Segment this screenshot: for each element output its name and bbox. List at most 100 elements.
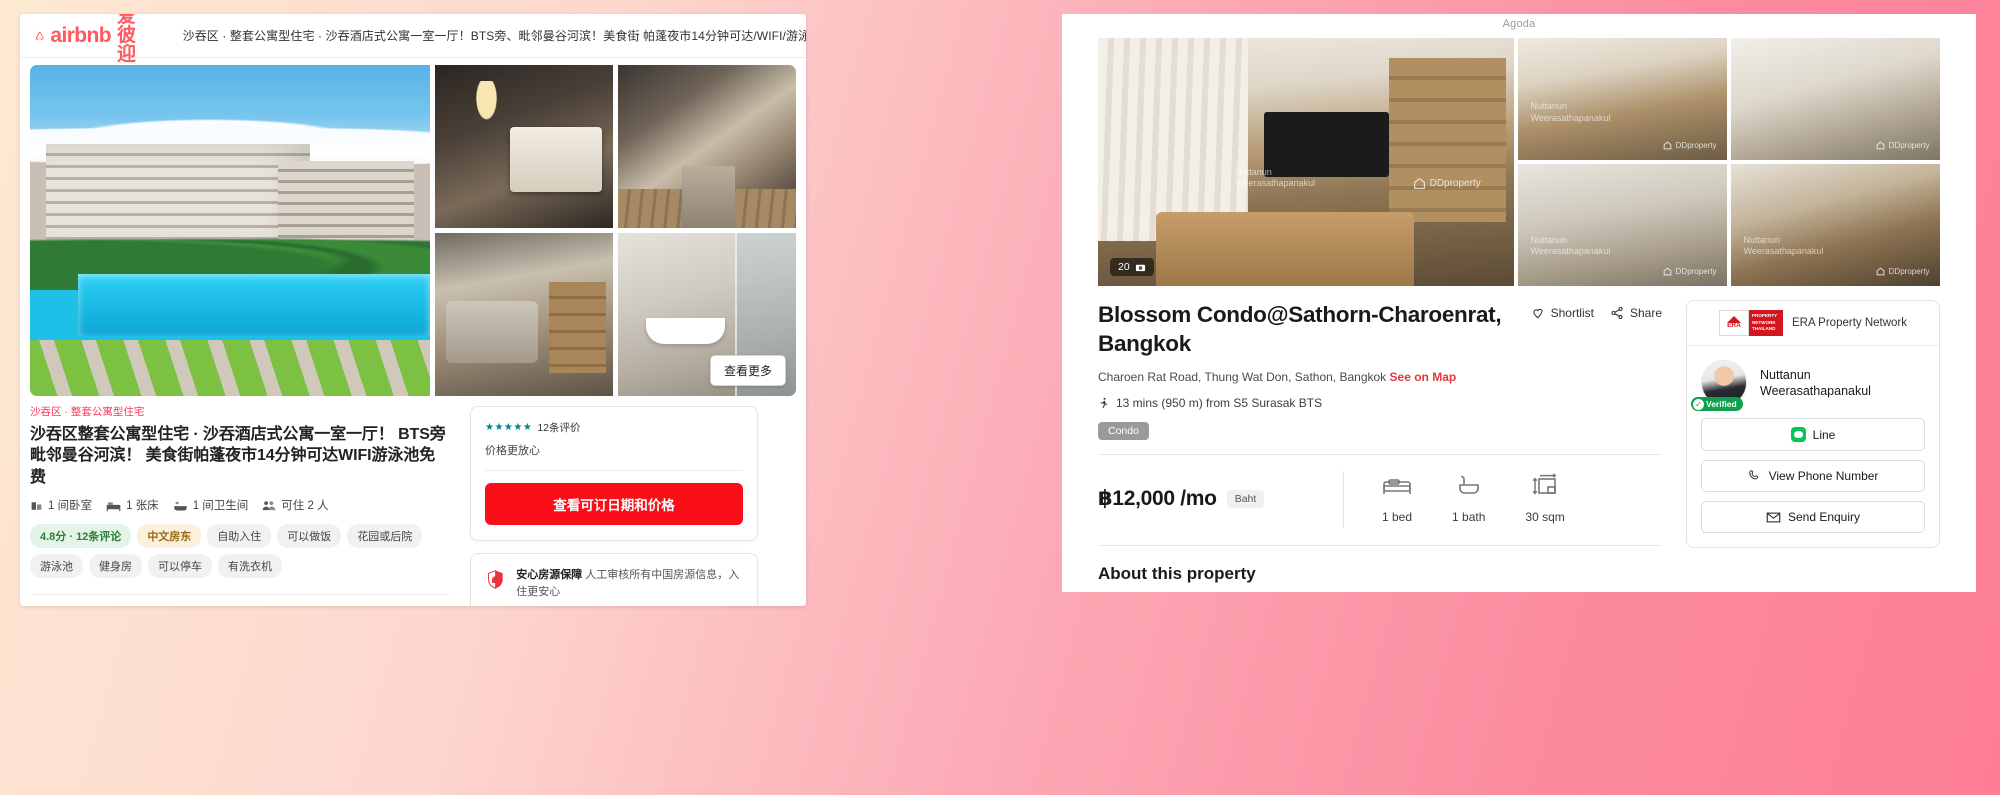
bedroom-image — [435, 65, 613, 228]
kitchen-image — [618, 65, 796, 228]
content-divider-2 — [1098, 544, 1662, 546]
dd-gallery-photo-bathroom[interactable]: Nuttanun Weerasathapanakul DDproperty — [1518, 164, 1727, 286]
ddproperty-logo-icon — [1876, 141, 1884, 150]
photo-watermark-brand-3: DDproperty — [1876, 141, 1930, 150]
share-button[interactable]: Share — [1610, 306, 1662, 320]
ddproperty-logo-icon — [1876, 267, 1884, 276]
dd-living-room-image — [1098, 38, 1514, 286]
feature-beds: 1 bed — [1382, 473, 1412, 524]
bath-icon — [1458, 475, 1479, 494]
send-enquiry-button[interactable]: Send Enquiry — [1701, 501, 1925, 533]
host-section[interactable]: 房东：Curry 8,419 条评价 · 已通过身份认证 — [30, 595, 450, 606]
tag-garden[interactable]: 花园或后院 — [347, 524, 423, 549]
photo-count-badge[interactable]: 20 — [1110, 258, 1154, 276]
era-logo-subtext: PROPERTY NETWORK THAILAND — [1748, 310, 1783, 336]
breadcrumb: 沙吞区 · 整套公寓型住宅 · 沙吞酒店式公寓一室一厅！BTS旁、毗邻曼谷河滨！… — [182, 29, 806, 43]
tag-chinese-host[interactable]: 中文房东 — [137, 524, 202, 549]
photo-watermark-brand-text-5: DDproperty — [1888, 267, 1930, 277]
area-icon — [1532, 473, 1557, 495]
phone-icon — [1748, 470, 1758, 480]
agent-name: Nuttanun Weerasathapanakul — [1760, 367, 1871, 398]
feature-baths-label: 1 bath — [1452, 510, 1486, 524]
star-rating-icon: ★★★★★ — [485, 422, 533, 433]
gallery-photo-bedroom[interactable] — [435, 65, 613, 228]
property-title: Blossom Condo@Sathorn-Charoenrat, Bangko… — [1098, 302, 1502, 357]
feature-area: 30 sqm — [1525, 473, 1565, 524]
airbnb-bilo-icon — [35, 31, 44, 40]
property-type-badge: Condo — [1098, 421, 1149, 440]
listing-specs: 1 间卧室 1 张床 1 间卫生间 可住 2 人 — [30, 497, 450, 513]
spec-bathroom-label: 1 间卫生间 — [192, 500, 249, 513]
line-icon — [1790, 427, 1806, 442]
content-divider-1 — [1098, 453, 1662, 455]
ddproperty-logo-icon — [1413, 177, 1425, 189]
bathroom-icon — [173, 501, 187, 511]
tag-pool[interactable]: 游泳池 — [30, 554, 83, 579]
spec-bathroom: 1 间卫生间 — [173, 497, 249, 513]
gallery-photo-kitchen[interactable] — [618, 65, 796, 228]
shortlist-button[interactable]: Shortlist — [1531, 306, 1594, 320]
heart-icon — [1533, 308, 1543, 319]
line-contact-button[interactable]: Line — [1701, 418, 1925, 451]
spec-bed: 1 张床 — [106, 497, 159, 513]
dd-gallery-photo-kitchen[interactable]: Nuttanun Weerasathapanakul DDproperty — [1731, 164, 1940, 286]
agent-avatar-wrap: Verified — [1691, 360, 1747, 411]
bed-icon — [1383, 479, 1411, 494]
agent-identity: Verified Nuttanun Weerasathapanakul — [1687, 346, 1939, 411]
photo-watermark-brand-text: DDproperty — [1429, 177, 1481, 189]
dd-gallery-photo-dining[interactable]: Nuttanun Weerasathapanakul DDproperty — [1518, 38, 1727, 160]
tag-cooking[interactable]: 可以做饭 — [277, 524, 342, 549]
airbnb-logo[interactable]: airbnb 爱彼迎 — [34, 14, 147, 64]
dd-gallery-photo-bedroom[interactable]: DDproperty — [1731, 38, 1940, 160]
listing-title: 沙吞区整套公寓型住宅 · 沙吞酒店式公寓一室一厅！ BTS旁毗邻曼谷河滨！ 美食… — [30, 425, 446, 486]
camera-icon — [1135, 264, 1145, 271]
living-room-image — [435, 233, 613, 396]
see-on-map-link[interactable]: See on Map — [1390, 370, 1457, 384]
property-address: Charoen Rat Road, Thung Wat Don, Sathon,… — [1098, 369, 1387, 384]
gallery-photo-bathroom[interactable]: 查看更多 — [618, 233, 796, 396]
rating-row: ★★★★★ 12条评价 — [485, 420, 743, 435]
photo-gallery: 查看更多 — [30, 65, 796, 396]
spec-bed-label: 1 张床 — [126, 500, 159, 513]
gallery-photo-living-room[interactable] — [435, 233, 613, 396]
currency-badge: Baht — [1226, 489, 1265, 508]
spec-bedroom: 1 间卧室 — [30, 497, 92, 513]
dd-gallery-photo-living-room[interactable]: Nuttanun Weerasathapanakul DDproperty 20 — [1098, 38, 1514, 286]
check-availability-button[interactable]: 查看可订日期和价格 — [485, 483, 743, 525]
walking-icon — [1100, 397, 1108, 408]
tag-gym[interactable]: 健身房 — [89, 554, 142, 579]
airbnb-listing-card: airbnb 爱彼迎 沙吞区 · 整套公寓型住宅 · 沙吞酒店式公寓一室一厅！B… — [20, 14, 806, 606]
bedroom-icon — [31, 502, 42, 510]
tag-rating[interactable]: 4.8分 · 12条评论 — [30, 524, 132, 549]
view-phone-number-button[interactable]: View Phone Number — [1701, 460, 1925, 492]
about-heading: About this property — [1098, 563, 1256, 583]
transit-text: 13 mins (950 m) from S5 Surasak BTS — [1116, 395, 1323, 410]
gallery-photo-pool-exterior[interactable] — [30, 65, 430, 396]
airbnb-header: airbnb 爱彼迎 沙吞区 · 整套公寓型住宅 · 沙吞酒店式公寓一室一厅！B… — [20, 14, 806, 64]
ddproperty-logo-icon — [1663, 141, 1671, 150]
spec-guests: 可住 2 人 — [262, 497, 329, 513]
envelope-icon — [1766, 512, 1781, 522]
ddproperty-logo-icon — [1663, 267, 1671, 276]
assurance-listing-text: 安心房源保障 人工审核所有中国房源信息，入住更安心 — [516, 567, 743, 601]
share-label: Share — [1629, 306, 1662, 320]
photo-watermark-brand-4: DDproperty — [1663, 267, 1717, 276]
show-more-photos-button[interactable]: 查看更多 — [709, 355, 786, 386]
ddproperty-listing-card: Agoda Nuttanun Weerasathapanakul DDprope… — [1062, 14, 1976, 592]
price-assurance-text: 价格更放心 — [485, 445, 540, 457]
property-price: ฿12,000 /mo — [1098, 487, 1217, 510]
feature-area-label: 30 sqm — [1525, 510, 1565, 524]
airbnb-chinese-name: 爱彼迎 — [117, 14, 137, 65]
listing-eyebrow: 沙吞区 · 整套公寓型住宅 — [30, 406, 145, 418]
airbnb-body: 沙吞区 · 整套公寓型住宅 沙吞区整套公寓型住宅 · 沙吞酒店式公寓一室一厅！ … — [20, 396, 806, 606]
tag-parking[interactable]: 可以停车 — [148, 554, 212, 579]
agent-card: ERA PROPERTY NETWORK THAILAND ERA Proper… — [1686, 300, 1940, 548]
property-features: 1 bed 1 bath 30 sqm — [1344, 473, 1565, 524]
property-actions: Shortlist Share — [1531, 300, 1662, 320]
agent-contact-buttons: Line View Phone Number Send Enquiry — [1687, 406, 1939, 547]
feature-beds-label: 1 bed — [1382, 510, 1413, 524]
ddproperty-content: Blossom Condo@Sathorn-Charoenrat, Bangko… — [1062, 286, 1976, 592]
photo-count-value: 20 — [1118, 261, 1130, 273]
tag-washer[interactable]: 有洗衣机 — [218, 554, 282, 579]
tag-self-checkin[interactable]: 自助入住 — [207, 524, 272, 549]
